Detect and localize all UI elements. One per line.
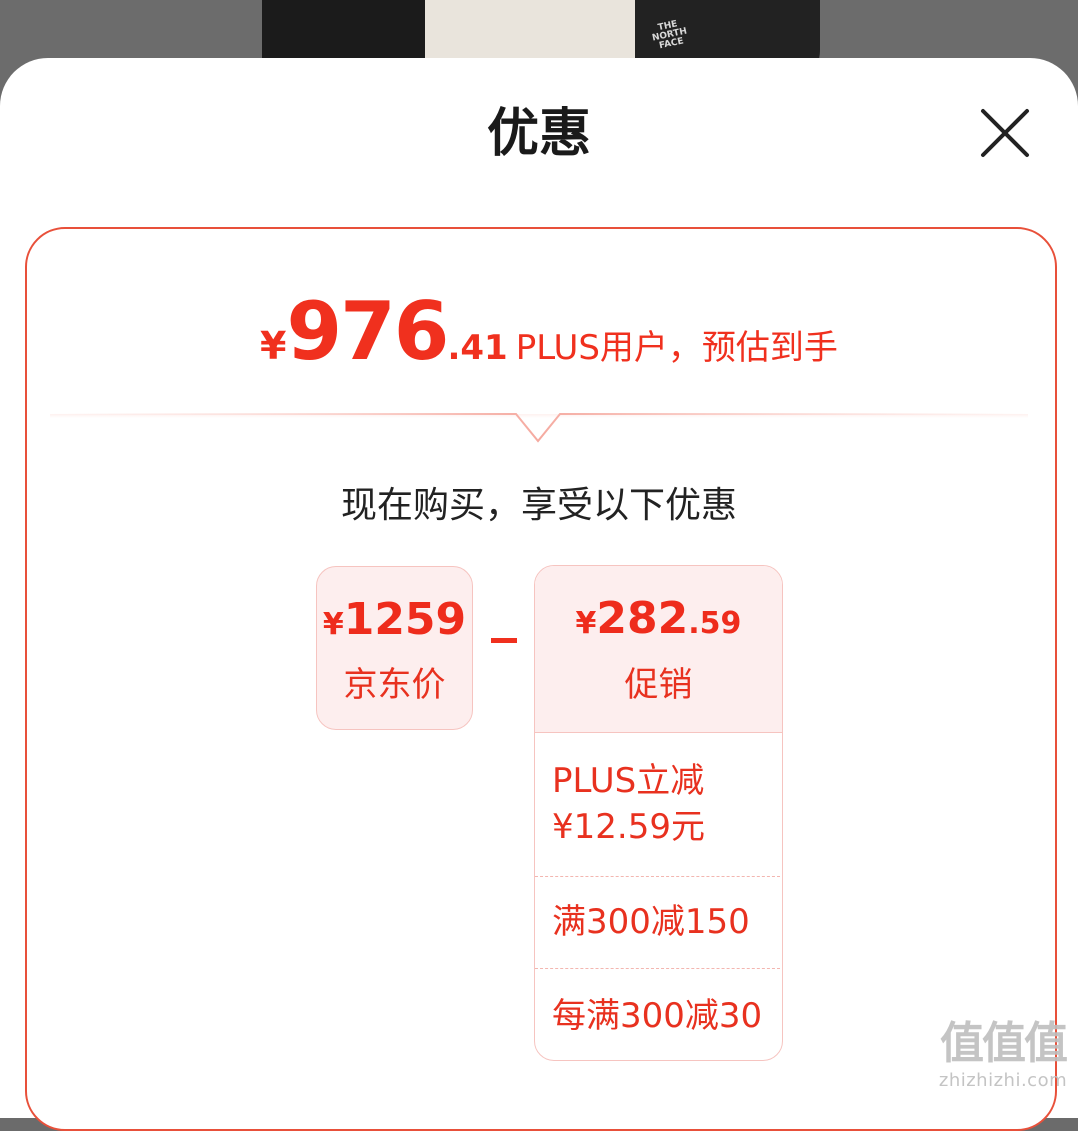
watermark-url: zhizhizhi.com <box>938 1070 1068 1091</box>
promotion-item-title: 满300减150 <box>552 902 750 942</box>
promotion-amount: ¥282.59 <box>535 594 782 653</box>
promotion-header: ¥282.59 促销 <box>535 566 782 733</box>
promotion-integer: 282 <box>596 593 689 644</box>
jd-price-integer: 1259 <box>343 594 467 645</box>
promotion-item-per-threshold: 每满300减30 <box>534 993 781 1039</box>
promotion-item-threshold: 满300减150 <box>534 899 781 945</box>
benefits-subtitle: 现在购买，享受以下优惠 <box>340 485 737 526</box>
promotion-item-value: ¥12.59元 <box>552 807 705 847</box>
watermark-logo: 值值值 <box>940 1018 1068 1069</box>
jd-price-label: 京东价 <box>343 665 446 705</box>
site-watermark: 值值值 zhizhizhi.com <box>928 1018 1078 1101</box>
promotion-divider <box>535 968 780 969</box>
promotion-currency: ¥ <box>575 606 597 641</box>
promotion-label: 促销 <box>624 665 693 705</box>
sheet-title: 优惠 <box>486 104 591 164</box>
jd-price-box: ¥1259 京东价 <box>316 566 473 730</box>
divider-with-pointer <box>50 413 1028 443</box>
jd-price-amount: ¥1259 <box>317 595 472 654</box>
close-button[interactable] <box>978 106 1032 160</box>
estimated-price: ¥976.41 PLUS用户，预估到手 <box>260 285 838 378</box>
minus-operator <box>491 638 517 643</box>
estimated-price-integer: 976 <box>286 285 449 378</box>
jd-price-currency: ¥ <box>322 607 344 642</box>
promotion-divider <box>535 876 780 877</box>
promotion-item-plus-discount: PLUS立减 ¥12.59元 <box>534 758 781 850</box>
promotion-item-title: PLUS立减 <box>552 761 705 801</box>
estimated-price-currency: ¥ <box>260 324 287 368</box>
promotion-decimal: .59 <box>688 606 742 641</box>
close-icon <box>981 109 1029 157</box>
estimated-price-decimal: .41 <box>447 328 508 368</box>
estimated-price-note: PLUS用户，预估到手 <box>515 328 838 368</box>
promotion-item-title: 每满300减30 <box>552 996 763 1036</box>
